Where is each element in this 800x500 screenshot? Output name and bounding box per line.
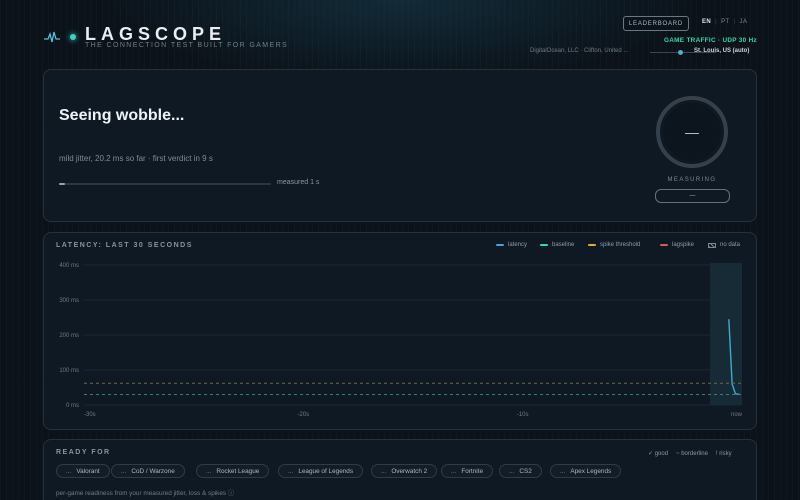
game-chip-cod-warzone[interactable]: ... CoD / Warzone bbox=[111, 464, 185, 478]
legend-good: ✓ good bbox=[648, 451, 669, 457]
ready-card: READY FOR ✓ good ~ borderline ! risky ... V… bbox=[43, 439, 757, 500]
app-header: LAGSCOPE THE CONNECTION TEST BUILT FOR G… bbox=[0, 0, 800, 66]
server-slider-knob[interactable] bbox=[678, 50, 683, 55]
server-location[interactable]: St. Louis, US (auto) bbox=[694, 48, 749, 54]
language-switcher: EN | PT | JA bbox=[702, 19, 748, 25]
app-subtitle: THE CONNECTION TEST BUILT FOR GAMERS bbox=[85, 42, 289, 49]
logo-icon bbox=[44, 31, 60, 43]
game-chip-cs2[interactable]: ... CS2 bbox=[499, 464, 542, 478]
lang-pt[interactable]: PT bbox=[721, 19, 729, 25]
ready-legend: ✓ good ~ borderline ! risky bbox=[640, 450, 732, 457]
progress-fill bbox=[59, 183, 66, 185]
y-tick-label: 0 ms bbox=[66, 403, 79, 409]
y-tick-label: 100 ms bbox=[59, 368, 79, 374]
game-chip-apex-legends[interactable]: ... Apex Legends bbox=[550, 464, 622, 478]
x-tick-label: -30s bbox=[84, 412, 96, 418]
leaderboard-button[interactable]: LEADERBOARD bbox=[623, 16, 689, 31]
lang-ja[interactable]: JA bbox=[740, 19, 748, 25]
x-tick-label: -10s bbox=[517, 412, 529, 418]
client-isp-label: DigitalOcean, LLC · Clifton, United ... bbox=[530, 48, 629, 54]
server-selector[interactable]: DigitalOcean, LLC · Clifton, United ... … bbox=[530, 47, 760, 57]
legend-risky: ! risky bbox=[715, 451, 732, 457]
progress-track bbox=[59, 183, 271, 185]
ready-title: READY FOR bbox=[56, 449, 111, 456]
latency-chart: 400 ms 300 ms 200 ms 100 ms 0 ms -30s -20s -10s… bbox=[59, 263, 743, 418]
game-chip-valorant[interactable]: ... Valorant bbox=[56, 464, 110, 478]
status-detail: mild jitter, 20.2 ms so far · first verd… bbox=[59, 154, 213, 163]
progress-label: measured 1 s bbox=[277, 179, 320, 186]
ready-note: per-game readiness from your measured ji… bbox=[56, 490, 235, 497]
status-card: Seeing wobble... mild jitter, 20.2 ms so… bbox=[43, 69, 757, 222]
game-chip-fortnite[interactable]: ... Fortnite bbox=[441, 464, 493, 478]
lang-en[interactable]: EN bbox=[702, 19, 711, 25]
latency-chart-card: LATENCY: LAST 30 SECONDS latency baselin… bbox=[43, 232, 757, 430]
status-title: Seeing wobble... bbox=[59, 107, 185, 124]
logo-dot bbox=[70, 34, 76, 40]
game-chip-overwatch-2[interactable]: ... Overwatch 2 bbox=[371, 464, 438, 478]
game-chip-rocket-league[interactable]: ... Rocket League bbox=[196, 464, 270, 478]
y-tick-label: 200 ms bbox=[59, 333, 79, 339]
y-tick-label: 300 ms bbox=[59, 298, 79, 304]
x-tick-label: -20s bbox=[297, 412, 309, 418]
game-traffic-label: GAME TRAFFIC · UDP 30 Hz bbox=[664, 37, 758, 44]
legend-borderline: ~ borderline bbox=[676, 451, 708, 457]
verdict-pill: — bbox=[655, 189, 730, 203]
game-chip-league-of-legends[interactable]: ... League of Legends bbox=[278, 464, 364, 478]
x-tick-label: now bbox=[731, 412, 743, 418]
measuring-label: MEASURING bbox=[667, 177, 717, 183]
y-tick-label: 400 ms bbox=[59, 263, 79, 269]
gauge-value: — bbox=[685, 124, 699, 140]
game-list: ... Valorant ... CoD / Warzone ... Rocket L… bbox=[56, 464, 746, 480]
